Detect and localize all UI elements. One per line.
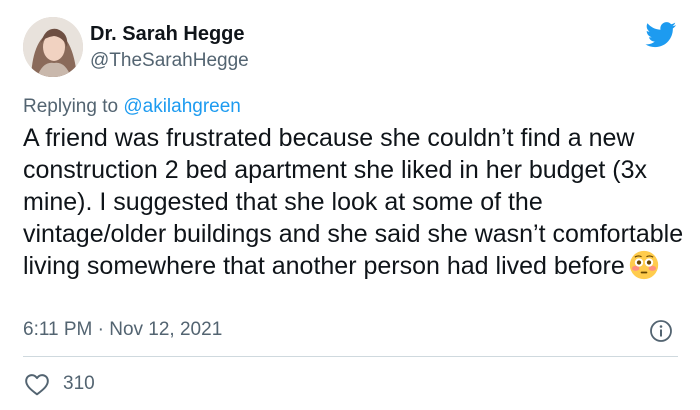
replying-to-line: Replying to @akilahgreen [23,96,241,118]
replying-to-label: Replying to [23,96,124,117]
info-icon[interactable] [649,319,673,343]
flushed-face-emoji [629,250,658,280]
reply-mention-link[interactable]: @akilahgreen [123,96,241,117]
divider [23,356,678,357]
author-handle[interactable]: @TheSarahHegge [90,50,249,72]
tweet-body: A friend was frustrated because she coul… [23,122,688,282]
author-display-name[interactable]: Dr. Sarah Hegge [90,23,245,46]
twitter-bird-icon[interactable] [645,22,677,48]
heart-icon[interactable] [24,372,50,396]
tweet-text: A friend was frustrated because she coul… [23,124,684,280]
avatar[interactable] [23,17,83,77]
like-count: 310 [63,373,95,394]
tweet-timestamp[interactable]: 6:11 PM · Nov 12, 2021 [23,319,222,341]
